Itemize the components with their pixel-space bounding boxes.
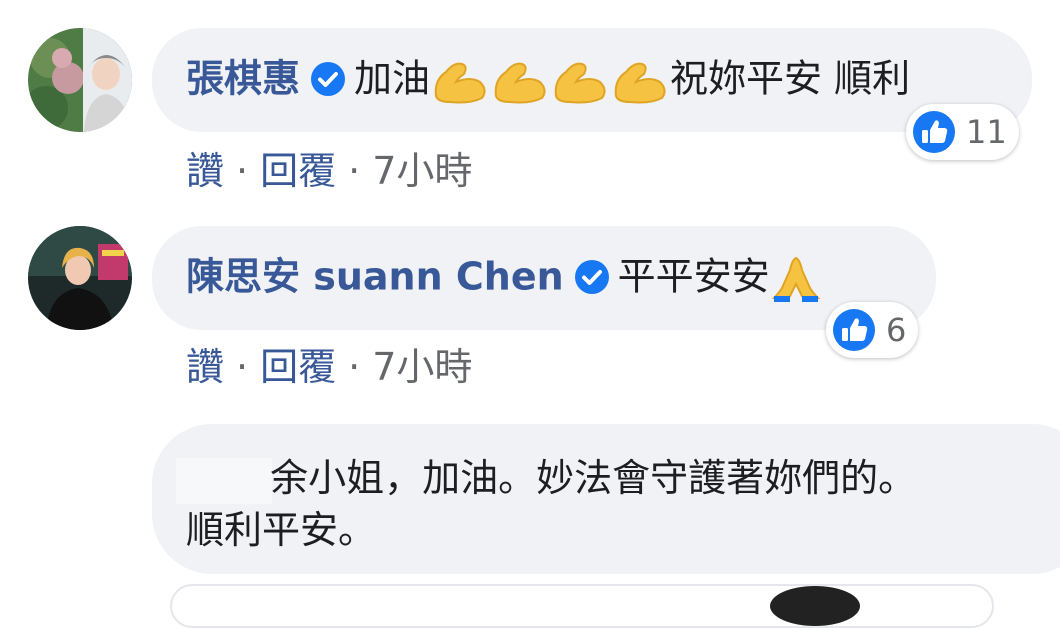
comment-bubble: 張棋惠 加油 祝妳平安 順利 bbox=[152, 28, 1032, 132]
redaction-mark bbox=[212, 456, 224, 500]
avatar[interactable] bbox=[28, 226, 132, 330]
timestamp[interactable]: 7小時 bbox=[372, 345, 472, 389]
next-avatar bbox=[770, 586, 860, 626]
comment-actions: 讚 · 回覆 · 7小時 bbox=[186, 140, 472, 195]
comment-author[interactable]: 張棋惠 bbox=[186, 57, 300, 101]
next-comment-bubble bbox=[170, 584, 994, 628]
comment-text: 余小姐，加油。妙法會守護著妳們的。 bbox=[270, 456, 917, 500]
timestamp[interactable]: 7小時 bbox=[372, 149, 472, 193]
like-icon bbox=[833, 309, 875, 351]
flexed-biceps-icon bbox=[554, 62, 606, 104]
separator: · bbox=[348, 345, 361, 389]
verified-badge-icon bbox=[311, 62, 346, 96]
like-button[interactable]: 讚 bbox=[186, 149, 224, 193]
verified-badge-icon bbox=[574, 260, 609, 294]
flexed-biceps-icon bbox=[614, 62, 666, 104]
comment-text: 祝妳平安 順利 bbox=[670, 56, 911, 101]
reply-button[interactable]: 回覆 bbox=[260, 345, 336, 389]
folded-hands-icon bbox=[771, 256, 820, 302]
reply-button[interactable]: 回覆 bbox=[260, 149, 336, 193]
reaction-summary[interactable]: 11 bbox=[906, 104, 1019, 160]
reaction-count: 11 bbox=[966, 113, 1007, 151]
comment-text: 順利平安。 bbox=[186, 508, 377, 552]
separator: · bbox=[236, 149, 249, 193]
comment-text: 平平安安 bbox=[617, 254, 770, 299]
like-button[interactable]: 讚 bbox=[186, 345, 224, 389]
reaction-summary[interactable]: 6 bbox=[826, 302, 919, 358]
flexed-biceps-icon bbox=[434, 62, 486, 104]
comment-actions: 讚 · 回覆 · 7小時 bbox=[186, 336, 472, 391]
comment-bubble: 余小姐，加油。妙法會守護著妳們的。 順利平安。 bbox=[152, 424, 1060, 574]
separator: · bbox=[348, 149, 361, 193]
flexed-biceps-emoji-group bbox=[430, 57, 670, 104]
separator: · bbox=[236, 345, 249, 389]
flexed-biceps-icon bbox=[494, 62, 546, 104]
comment-text: 加油 bbox=[354, 56, 431, 101]
comment-bubble: 陳思安 suann Chen 平平安安 bbox=[152, 226, 936, 330]
like-icon bbox=[913, 111, 955, 153]
avatar[interactable] bbox=[28, 28, 132, 132]
redacted-author bbox=[176, 457, 272, 504]
comment-author[interactable]: 陳思安 suann Chen bbox=[186, 255, 564, 299]
reaction-count: 6 bbox=[886, 311, 907, 349]
